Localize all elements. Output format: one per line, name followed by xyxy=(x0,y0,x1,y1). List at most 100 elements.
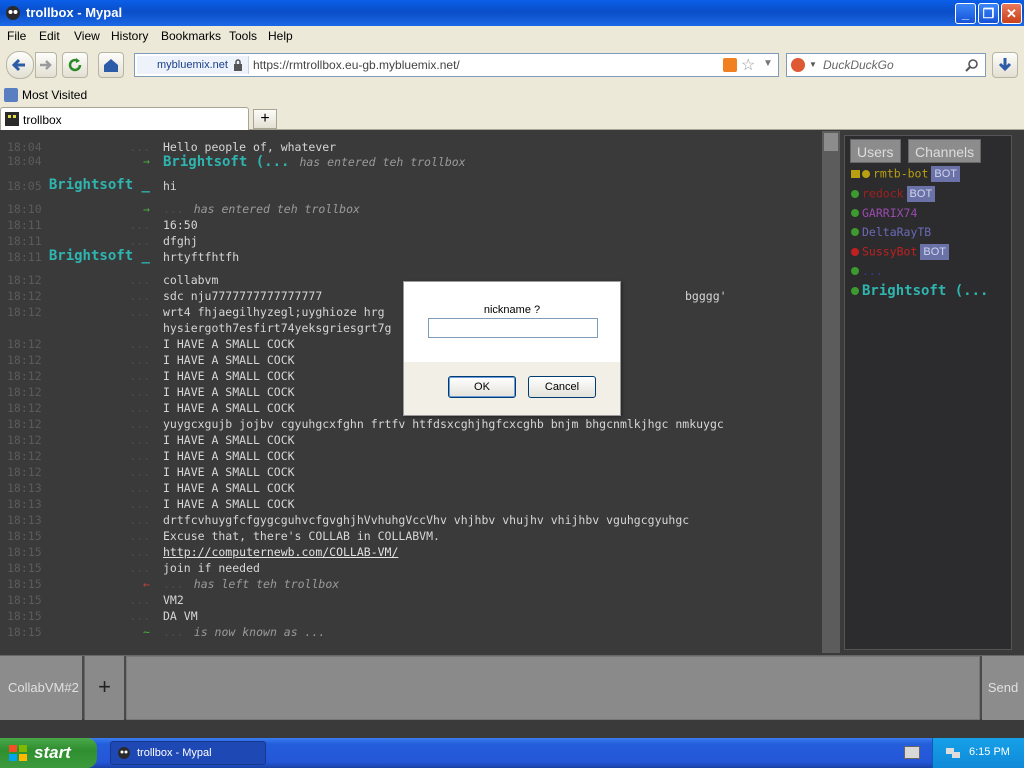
menu-history[interactable]: History xyxy=(111,29,148,43)
user-list-item[interactable]: GARRIX74 xyxy=(851,206,917,224)
user-name[interactable]: Brightsoft (... xyxy=(862,283,988,299)
message-nickname[interactable]: ... xyxy=(129,385,150,399)
user-name[interactable]: rmtb-bot xyxy=(873,167,928,181)
event-text: is now known as ... xyxy=(193,625,326,639)
message-text: VM2 xyxy=(163,593,184,607)
user-list-item[interactable]: ... xyxy=(851,264,883,282)
event-nickname[interactable]: Brightsoft (... xyxy=(163,154,289,170)
message-text: hrtyftfhtfh xyxy=(163,250,240,264)
minimize-button[interactable]: _ xyxy=(955,3,976,24)
user-name[interactable]: DeltaRayTB xyxy=(862,225,931,239)
message-nickname[interactable]: ... xyxy=(129,337,150,351)
message-input[interactable] xyxy=(126,656,980,720)
message-nickname[interactable]: ... xyxy=(129,305,150,319)
message-nickname[interactable]: ... xyxy=(129,289,150,303)
message-nickname[interactable]: ... xyxy=(129,417,150,431)
status-dot-icon xyxy=(851,247,859,256)
user-name[interactable]: ... xyxy=(862,264,883,278)
message-nickname[interactable]: ... xyxy=(129,433,150,447)
message-nickname[interactable]: ... xyxy=(129,449,150,463)
reload-button[interactable] xyxy=(62,52,88,78)
search-bar[interactable]: ▼ DuckDuckGo xyxy=(786,53,986,77)
add-room-button[interactable]: + xyxy=(84,656,124,720)
downloads-button[interactable] xyxy=(992,52,1018,78)
event-nickname[interactable]: ... xyxy=(163,202,184,216)
message-nickname[interactable]: ... xyxy=(129,369,150,383)
message-nickname[interactable]: ... xyxy=(129,234,150,248)
taskbar-item-trollbox[interactable]: trollbox - Mypal xyxy=(110,741,266,765)
site-identity-label: mybluemix.net xyxy=(157,59,228,71)
duckduckgo-icon[interactable] xyxy=(791,58,805,72)
send-button[interactable]: Send xyxy=(982,656,1024,720)
new-tab-button[interactable]: + xyxy=(253,109,277,129)
message-nickname[interactable]: ... xyxy=(129,353,150,367)
chat-message-row: 18:05 Brightsoft _ hi xyxy=(0,177,822,195)
message-nickname[interactable]: Brightsoft _ xyxy=(49,248,150,264)
url-dropdown-icon[interactable]: ▼ xyxy=(763,58,773,69)
start-button[interactable]: start xyxy=(0,738,97,768)
tab-users[interactable]: Users xyxy=(850,139,901,163)
message-nickname[interactable]: ... xyxy=(129,513,150,527)
tab-channels[interactable]: Channels xyxy=(908,139,982,163)
network-tray-icon[interactable] xyxy=(945,745,961,761)
rss-feed-icon[interactable] xyxy=(723,58,737,72)
bookmark-star-icon[interactable]: ☆ xyxy=(741,55,755,75)
menu-tools[interactable]: Tools xyxy=(229,29,257,43)
user-list-item[interactable]: rmtb-bot BOT xyxy=(851,166,961,184)
message-timestamp: 18:12 xyxy=(7,433,42,447)
chat-message-row: 18:15... http://computernewb.com/COLLAB-V… xyxy=(0,545,822,561)
chat-scrollbar[interactable] xyxy=(822,131,840,653)
message-nickname[interactable]: ... xyxy=(129,529,150,543)
menu-bookmarks[interactable]: Bookmarks xyxy=(161,29,221,43)
menu-edit[interactable]: Edit xyxy=(39,29,60,43)
user-name[interactable]: SussyBot xyxy=(862,245,917,259)
back-button[interactable] xyxy=(6,51,34,79)
message-timestamp: 18:13 xyxy=(7,497,42,511)
forward-arrow-icon xyxy=(40,60,52,70)
message-nickname[interactable]: ... xyxy=(129,140,150,154)
home-button[interactable] xyxy=(98,52,124,78)
message-nickname[interactable]: Brightsoft _ xyxy=(49,177,150,193)
most-visited-bookmark[interactable]: Most Visited xyxy=(22,88,87,102)
ok-button[interactable]: OK xyxy=(448,376,516,398)
event-nickname[interactable]: ... xyxy=(163,625,184,639)
message-nickname[interactable]: ... xyxy=(129,545,150,559)
mypal-app-icon xyxy=(6,6,20,20)
chat-message-row: 18:15... VM2 xyxy=(0,593,822,609)
menu-view[interactable]: View xyxy=(74,29,100,43)
keyboard-tray-icon[interactable] xyxy=(904,746,920,759)
user-list-item[interactable]: DeltaRayTB xyxy=(851,225,931,243)
cancel-button[interactable]: Cancel xyxy=(528,376,596,398)
user-list-item[interactable]: SussyBot BOT xyxy=(851,244,950,262)
chat-scrollbar-thumb[interactable] xyxy=(824,133,838,151)
message-nickname[interactable]: ... xyxy=(129,218,150,232)
message-nickname[interactable]: ... xyxy=(129,273,150,287)
restore-button[interactable]: ❐ xyxy=(978,3,999,24)
user-name[interactable]: redock xyxy=(862,187,904,201)
menu-help[interactable]: Help xyxy=(268,29,293,43)
clock[interactable]: 6:15 PM xyxy=(969,746,1010,758)
url-text[interactable]: https://rmtrollbox.eu-gb.mybluemix.net/ xyxy=(253,58,460,72)
message-nickname[interactable]: ... xyxy=(129,561,150,575)
room-tab-collabvm2[interactable]: CollabVM#2 xyxy=(0,656,82,720)
message-nickname[interactable]: ... xyxy=(129,609,150,623)
message-nickname[interactable]: ... xyxy=(129,497,150,511)
user-name[interactable]: GARRIX74 xyxy=(862,206,917,220)
search-icon[interactable] xyxy=(965,58,979,72)
nickname-input[interactable] xyxy=(428,318,598,338)
message-text: ... has left teh trollbox xyxy=(163,577,339,591)
message-nickname[interactable]: ... xyxy=(129,481,150,495)
menu-file[interactable]: File xyxy=(7,29,26,43)
event-nickname[interactable]: ... xyxy=(163,577,184,591)
user-list-item[interactable]: Brightsoft (... xyxy=(851,283,988,301)
search-engine-dropdown-icon[interactable]: ▼ xyxy=(809,60,817,69)
forward-button[interactable] xyxy=(35,52,57,78)
message-link[interactable]: http://computernewb.com/COLLAB-VM/ xyxy=(163,545,398,559)
url-bar[interactable]: mybluemix.net https://rmtrollbox.eu-gb.m… xyxy=(134,53,779,77)
close-button[interactable]: ✕ xyxy=(1001,3,1022,24)
message-nickname[interactable]: ... xyxy=(129,593,150,607)
user-list-item[interactable]: redock BOT xyxy=(851,186,936,204)
message-nickname[interactable]: ... xyxy=(129,465,150,479)
message-nickname[interactable]: ... xyxy=(129,401,150,415)
tab-trollbox[interactable]: trollbox xyxy=(0,107,249,130)
